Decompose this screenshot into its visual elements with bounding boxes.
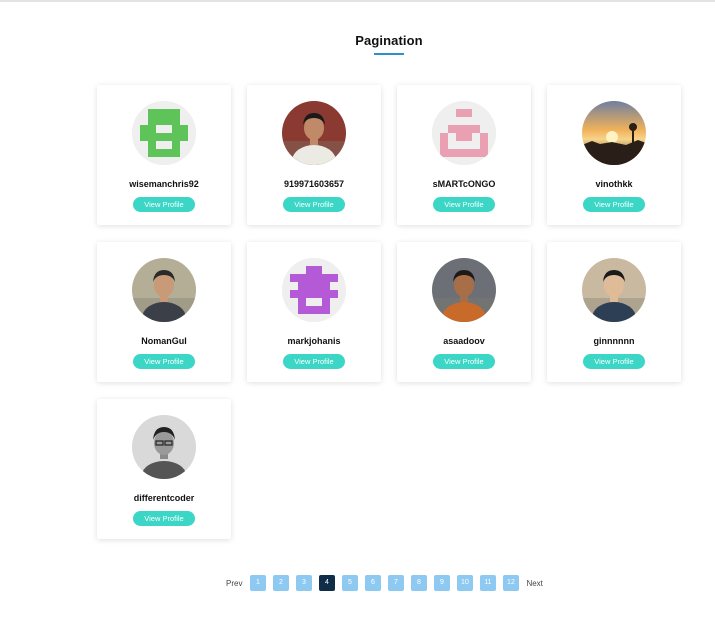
username-label: 919971603657 <box>283 179 345 189</box>
avatar <box>432 258 496 322</box>
avatar <box>582 258 646 322</box>
user-card: vinothkk View Profile <box>547 85 681 225</box>
username-label: NomanGul <box>141 336 187 346</box>
next-button[interactable]: Next <box>526 579 542 588</box>
page-number[interactable]: 12 <box>502 575 519 591</box>
avatar <box>582 101 646 165</box>
view-profile-button[interactable]: View Profile <box>133 354 195 369</box>
view-profile-button[interactable]: View Profile <box>283 197 345 212</box>
username-label: markjohanis <box>287 336 341 346</box>
view-profile-button[interactable]: View Profile <box>133 197 195 212</box>
page-number[interactable]: 6 <box>364 575 381 591</box>
avatar <box>132 101 196 165</box>
page-number[interactable]: 7 <box>387 575 404 591</box>
username-label: wisemanchris92 <box>129 179 199 189</box>
avatar <box>132 258 196 322</box>
view-profile-button[interactable]: View Profile <box>433 354 495 369</box>
username-label: vinothkk <box>595 179 633 189</box>
view-profile-button[interactable]: View Profile <box>583 354 645 369</box>
view-profile-button[interactable]: View Profile <box>433 197 495 212</box>
prev-button[interactable]: Prev <box>226 579 242 588</box>
page-number[interactable]: 3 <box>295 575 312 591</box>
username-label: asaadoov <box>443 336 485 346</box>
view-profile-button[interactable]: View Profile <box>583 197 645 212</box>
page-number-current[interactable]: 4 <box>318 575 335 591</box>
page-number[interactable]: 5 <box>341 575 358 591</box>
avatar <box>282 101 346 165</box>
page-number[interactable]: 9 <box>433 575 450 591</box>
user-card: asaadoov View Profile <box>397 242 531 382</box>
view-profile-button[interactable]: View Profile <box>283 354 345 369</box>
username-label: sMARTcONGO <box>432 179 496 189</box>
page-number[interactable]: 8 <box>410 575 427 591</box>
user-card: sMARTcONGO View Profile <box>397 85 531 225</box>
page-number[interactable]: 10 <box>456 575 473 591</box>
user-card: ginnnnnn View Profile <box>547 242 681 382</box>
top-border <box>0 0 715 2</box>
username-label: ginnnnnn <box>593 336 635 346</box>
pagination: Prev 1 2 3 4 5 6 7 8 9 10 11 12 Next <box>222 575 547 591</box>
avatar <box>432 101 496 165</box>
view-profile-button[interactable]: View Profile <box>133 511 195 526</box>
avatar <box>282 258 346 322</box>
avatar <box>132 415 196 479</box>
user-card: 919971603657 View Profile <box>247 85 381 225</box>
user-card: NomanGul View Profile <box>97 242 231 382</box>
page-number[interactable]: 2 <box>272 575 289 591</box>
page-number[interactable]: 1 <box>249 575 266 591</box>
username-label: differentcoder <box>133 493 195 503</box>
user-card: markjohanis View Profile <box>247 242 381 382</box>
user-card: wisemanchris92 View Profile <box>97 85 231 225</box>
user-card: differentcoder View Profile <box>97 399 231 539</box>
page-title: Pagination <box>355 33 423 48</box>
title-underline <box>374 53 404 55</box>
page-number[interactable]: 11 <box>479 575 496 591</box>
